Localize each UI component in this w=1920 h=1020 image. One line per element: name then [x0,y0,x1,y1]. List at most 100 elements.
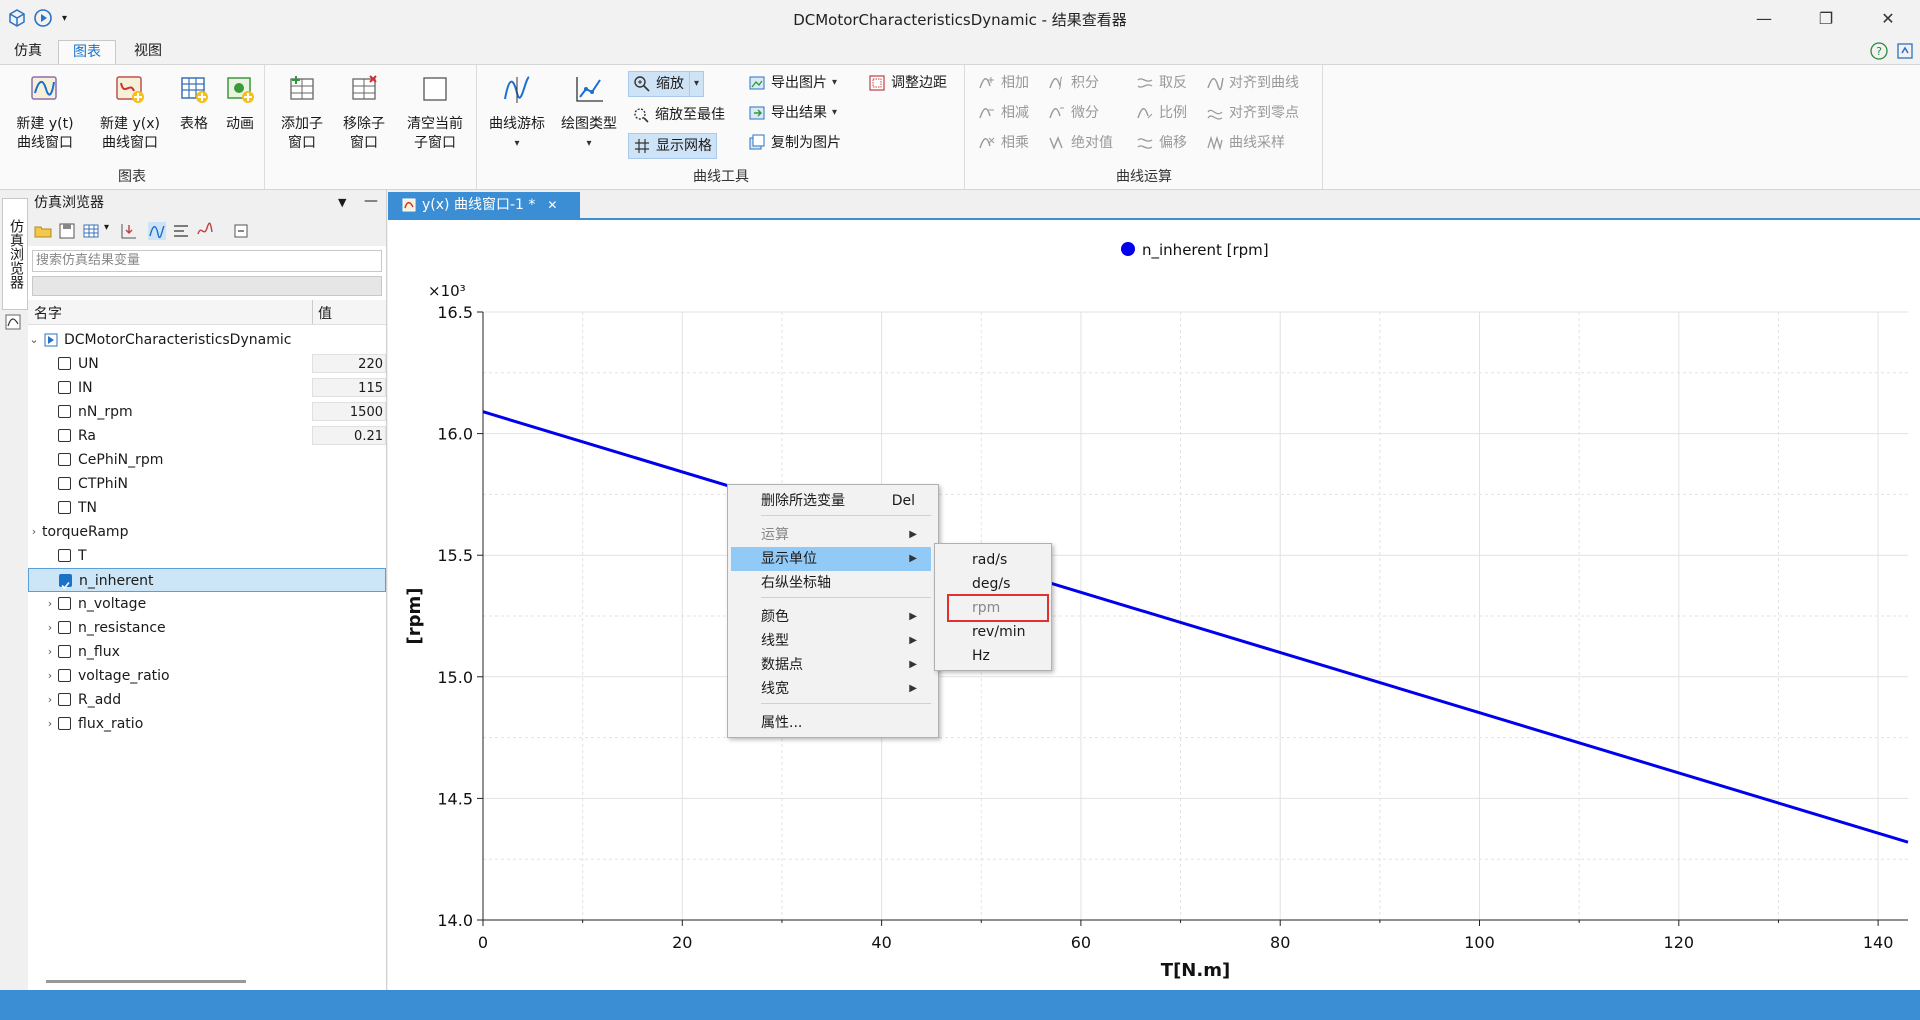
variable-row[interactable]: › n_resistance [28,616,386,640]
open-folder-icon[interactable] [34,222,52,240]
variable-checkbox[interactable] [58,645,71,658]
minimize-button[interactable]: — [1736,0,1792,36]
column-name-header[interactable]: 名字 [34,303,62,323]
restore-button[interactable]: ❐ [1798,0,1854,36]
plot-type-button[interactable]: 绘图类型 ▾ [554,73,624,153]
variable-row[interactable]: › voltage_ratio [28,664,386,688]
unit-option[interactable]: deg/s [938,572,1044,596]
variable-checkbox[interactable] [58,381,71,394]
unit-option[interactable]: rad/s [938,548,1044,572]
zoom-dropdown-icon[interactable]: ▾ [689,72,699,96]
zoom-to-fit-button[interactable]: 缩放至最佳 [628,103,729,127]
variable-checkbox[interactable] [58,405,71,418]
variable-row[interactable]: T [28,544,386,568]
expand-chevron-icon[interactable]: › [44,640,56,664]
wave-filter-icon[interactable] [196,222,214,240]
zoom-button[interactable]: 缩放 ▾ [628,71,705,97]
op-align-zero[interactable]: 对齐到零点 [1202,101,1303,125]
context-menu-item[interactable]: 删除所选变量 Del [731,489,931,513]
variable-row[interactable]: Ra 0.21 [28,424,386,448]
variable-row[interactable]: IN 115 [28,376,386,400]
variable-row[interactable]: › n_flux [28,640,386,664]
plot-area[interactable]: 0 20 40 60 80 100 120 140 14.0 14.5 15.0 15.5 16.0 16… [388,220,1920,990]
context-menu-item[interactable]: 线型 ▶ [731,629,931,653]
variable-checkbox[interactable] [58,621,71,634]
export-results-dropdown-icon[interactable]: ▾ [832,101,837,125]
export-results-button[interactable]: 导出结果 ▾ [744,101,841,125]
save-icon[interactable] [58,222,76,240]
curve-panel-icon[interactable] [5,314,21,330]
context-menu-item[interactable]: 线宽 ▶ [731,677,931,701]
plot-window-tab[interactable]: y(x) 曲线窗口-1 * ✕ [388,192,580,218]
variable-value[interactable]: 115 [312,378,386,397]
variable-checkbox[interactable] [58,693,71,706]
context-menu-item[interactable]: 属性... [731,711,931,735]
close-tab-icon[interactable]: ✕ [547,192,557,218]
context-menu-item[interactable]: 右纵坐标轴 [731,571,931,595]
variable-checkbox[interactable] [58,669,71,682]
variable-row[interactable]: TN [28,496,386,520]
variable-row[interactable]: › flux_ratio [28,712,386,736]
variable-row[interactable]: CePhiN_rpm [28,448,386,472]
side-tab-simulation-browser[interactable]: 仿真浏览器 [2,198,28,310]
op-absolute[interactable]: 绝对值 [1044,131,1117,155]
table-view-icon[interactable] [82,222,100,240]
variable-row[interactable]: n_inherent [28,568,386,592]
expand-ribbon-icon[interactable] [1896,42,1914,60]
variable-checkbox[interactable] [58,477,71,490]
unit-option[interactable]: rev/min [938,620,1044,644]
variable-value[interactable]: 220 [312,354,386,373]
curve-filter-icon[interactable] [148,222,166,240]
op-subtract[interactable]: 相减 [974,101,1033,125]
op-resample[interactable]: 曲线采样 [1202,131,1289,155]
table-view-dropdown-icon[interactable]: ▾ [104,222,109,233]
import-results-icon[interactable] [120,222,138,240]
list-filter-icon[interactable] [172,222,190,240]
op-scale[interactable]: 比例 [1132,101,1191,125]
column-separator[interactable] [312,300,313,324]
variable-row[interactable]: › torqueRamp [28,520,386,544]
curve-cursor-button[interactable]: 曲线游标 ▾ [482,73,552,153]
expand-chevron-icon[interactable]: › [44,688,56,712]
remove-subwindow-button[interactable]: 移除子窗口 [336,73,392,153]
variable-row[interactable]: nN_rpm 1500 [28,400,386,424]
variable-value[interactable]: 0.21 [312,426,386,445]
export-image-dropdown-icon[interactable]: ▾ [832,71,837,95]
show-grid-button[interactable]: 显示网格 [628,133,717,159]
browser-dropdown-icon[interactable]: ▼ [338,190,346,216]
add-subwindow-button[interactable]: 添加子窗口 [274,73,330,153]
table-button[interactable]: 表格 [174,73,214,134]
variable-row[interactable]: CTPhiN [28,472,386,496]
op-offset[interactable]: 偏移 [1132,131,1191,155]
tab-view[interactable]: 视图 [120,40,176,64]
context-menu-item[interactable]: 数据点 ▶ [731,653,931,677]
unit-option[interactable]: Hz [938,644,1044,668]
variable-search-input[interactable]: 搜索仿真结果变量 [32,250,382,272]
op-align-curve[interactable]: 对齐到曲线 [1202,71,1303,95]
variable-checkbox[interactable] [58,501,71,514]
op-multiply[interactable]: 相乘 [974,131,1033,155]
clear-subwindow-button[interactable]: 清空当前子窗口 [398,73,472,153]
variable-value[interactable]: 1500 [312,402,386,421]
variable-checkbox[interactable] [58,597,71,610]
op-add[interactable]: 相加 [974,71,1033,95]
variable-row[interactable]: › R_add [28,688,386,712]
new-yx-curve-window-button[interactable]: 新建 y(x) 曲线窗口 [88,73,172,153]
collapse-all-icon[interactable] [232,222,250,240]
variable-checkbox[interactable] [59,574,72,590]
line-chart[interactable]: 0 20 40 60 80 100 120 140 14.0 14.5 15.0 15.5 16.0 16… [388,220,1920,990]
copy-as-image-button[interactable]: 复制为图片 [744,131,845,155]
expand-chevron-icon[interactable]: › [44,664,56,688]
browser-minimize-icon[interactable]: — [364,188,378,214]
variable-checkbox[interactable] [58,549,71,562]
tab-chart[interactable]: 图表 [58,40,116,65]
expand-chevron-icon[interactable]: › [44,712,56,736]
column-value-header[interactable]: 值 [318,303,332,323]
tab-simulation[interactable]: 仿真 [0,40,56,64]
variable-row[interactable]: UN 220 [28,352,386,376]
variable-row[interactable]: › n_voltage [28,592,386,616]
tree-root-row[interactable]: ⌄ DCMotorCharacteristicsDynamic [28,328,386,352]
context-menu-item[interactable]: 显示单位 ▶ [731,547,931,571]
op-derivative[interactable]: 微分 [1044,101,1103,125]
variable-checkbox[interactable] [58,717,71,730]
